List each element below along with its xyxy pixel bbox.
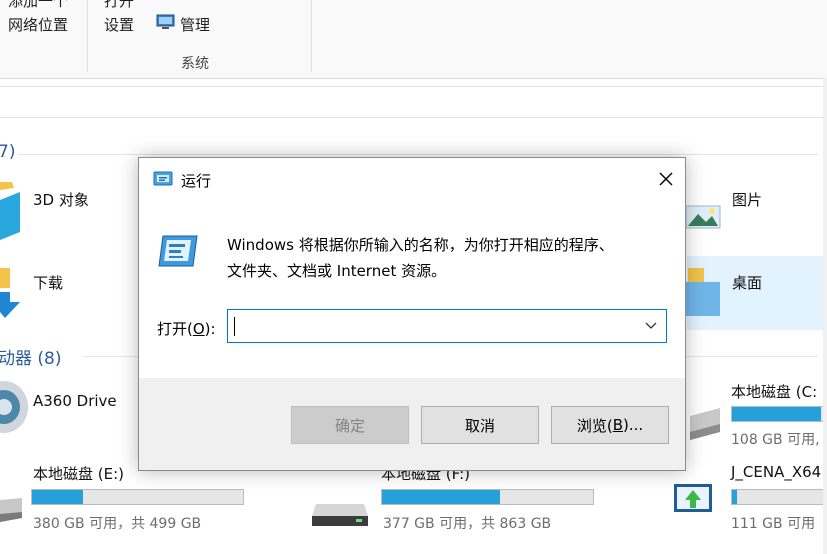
drive-c-usage-fill xyxy=(732,407,822,421)
address-bar[interactable] xyxy=(0,86,827,118)
ribbon-group-label: 系统 xyxy=(181,56,209,72)
open-combobox[interactable] xyxy=(227,309,667,343)
ribbon-separator xyxy=(87,0,88,72)
run-title-icon xyxy=(153,171,173,186)
hard-drive-icon xyxy=(0,498,22,522)
chevron-down-icon[interactable] xyxy=(644,320,658,332)
drive-j-usage-bar xyxy=(731,489,827,505)
open-label-prefix: 打开( xyxy=(157,320,193,338)
run-app-icon xyxy=(158,235,198,267)
drive-e-name[interactable]: 本地磁盘 (E:) xyxy=(33,463,124,484)
ribbon-add-location-line2[interactable]: 网络位置 xyxy=(8,14,68,35)
drive-c-name[interactable]: 本地磁盘 (C: xyxy=(731,381,817,402)
folder-downloads[interactable]: 下载 xyxy=(33,272,63,293)
drive-c-free: 108 GB 可用, xyxy=(731,432,820,448)
install-disc-icon xyxy=(674,484,712,512)
close-button[interactable] xyxy=(647,164,685,194)
close-icon xyxy=(659,172,673,186)
downloads-icon xyxy=(0,268,20,318)
open-label-accelerator: O xyxy=(192,320,205,338)
drive-e-usage-fill xyxy=(32,490,83,504)
drive-j-name[interactable]: J_CENA_X64 xyxy=(731,463,821,481)
open-label: 打开(O): xyxy=(157,318,216,339)
browse-label-prefix: 浏览( xyxy=(576,416,613,435)
open-input[interactable] xyxy=(238,310,628,342)
pictures-icon xyxy=(685,205,721,229)
description-line-2: 文件夹、文档或 Internet 资源。 xyxy=(227,262,447,280)
browse-label-accelerator: B xyxy=(612,416,623,434)
ok-button[interactable]: 确定 xyxy=(291,406,409,444)
folder-pictures[interactable]: 图片 xyxy=(732,189,762,210)
drives-section-header[interactable]: 动器 (8) xyxy=(0,344,61,369)
manage-icon[interactable] xyxy=(156,14,175,30)
hard-drive-icon xyxy=(690,408,720,440)
folder-3d-objects[interactable]: 3D 对象 xyxy=(33,189,89,210)
folder-desktop[interactable]: 桌面 xyxy=(732,272,762,293)
browse-label-suffix: )... xyxy=(623,416,644,434)
desktop-icon xyxy=(686,268,720,316)
hard-drive-icon xyxy=(312,504,368,526)
cancel-button[interactable]: 取消 xyxy=(421,406,539,444)
ribbon-open-line2[interactable]: 设置 xyxy=(104,14,134,35)
drive-j-usage-fill xyxy=(732,490,737,504)
drive-f-free: 377 GB 可用，共 863 GB xyxy=(383,516,552,532)
3d-objects-icon xyxy=(0,182,20,240)
drive-a360[interactable]: A360 Drive xyxy=(33,392,117,410)
dialog-footer: 确定 取消 浏览(B)... xyxy=(139,378,685,470)
drive-e-free: 380 GB 可用，共 499 GB xyxy=(33,516,202,532)
ribbon-add-location-line1[interactable]: 添加一个 xyxy=(8,0,68,11)
run-dialog: 运行 Windows 将根据你所输入的名称，为你打开相应的程序、 文件夹、文档或… xyxy=(138,157,686,471)
open-label-suffix: ): xyxy=(204,320,216,338)
drive-c-usage-bar xyxy=(731,406,827,422)
a360-drive-icon xyxy=(0,381,28,433)
dialog-description: Windows 将根据你所输入的名称，为你打开相应的程序、 文件夹、文档或 In… xyxy=(227,232,667,284)
ribbon-manage[interactable]: 管理 xyxy=(180,14,210,35)
browse-button[interactable]: 浏览(B)... xyxy=(551,406,669,444)
folders-section-header[interactable]: 7) xyxy=(0,142,15,162)
ribbon-open-line1[interactable]: 打开 xyxy=(104,0,134,11)
drive-f-usage-fill xyxy=(382,490,501,504)
ribbon: 添加一个 网络位置 打开 设置 管理 系统 xyxy=(0,0,827,79)
section-divider xyxy=(18,154,818,155)
text-caret xyxy=(234,317,235,336)
drive-f-usage-bar xyxy=(381,489,594,505)
description-line-1: Windows 将根据你所输入的名称，为你打开相应的程序、 xyxy=(227,236,614,254)
drive-e-usage-bar xyxy=(31,489,244,505)
drive-j-free: 111 GB 可用 xyxy=(731,516,816,532)
explorer-scrollbar[interactable] xyxy=(823,78,827,554)
dialog-title: 运行 xyxy=(181,172,212,190)
ribbon-separator xyxy=(311,0,312,72)
